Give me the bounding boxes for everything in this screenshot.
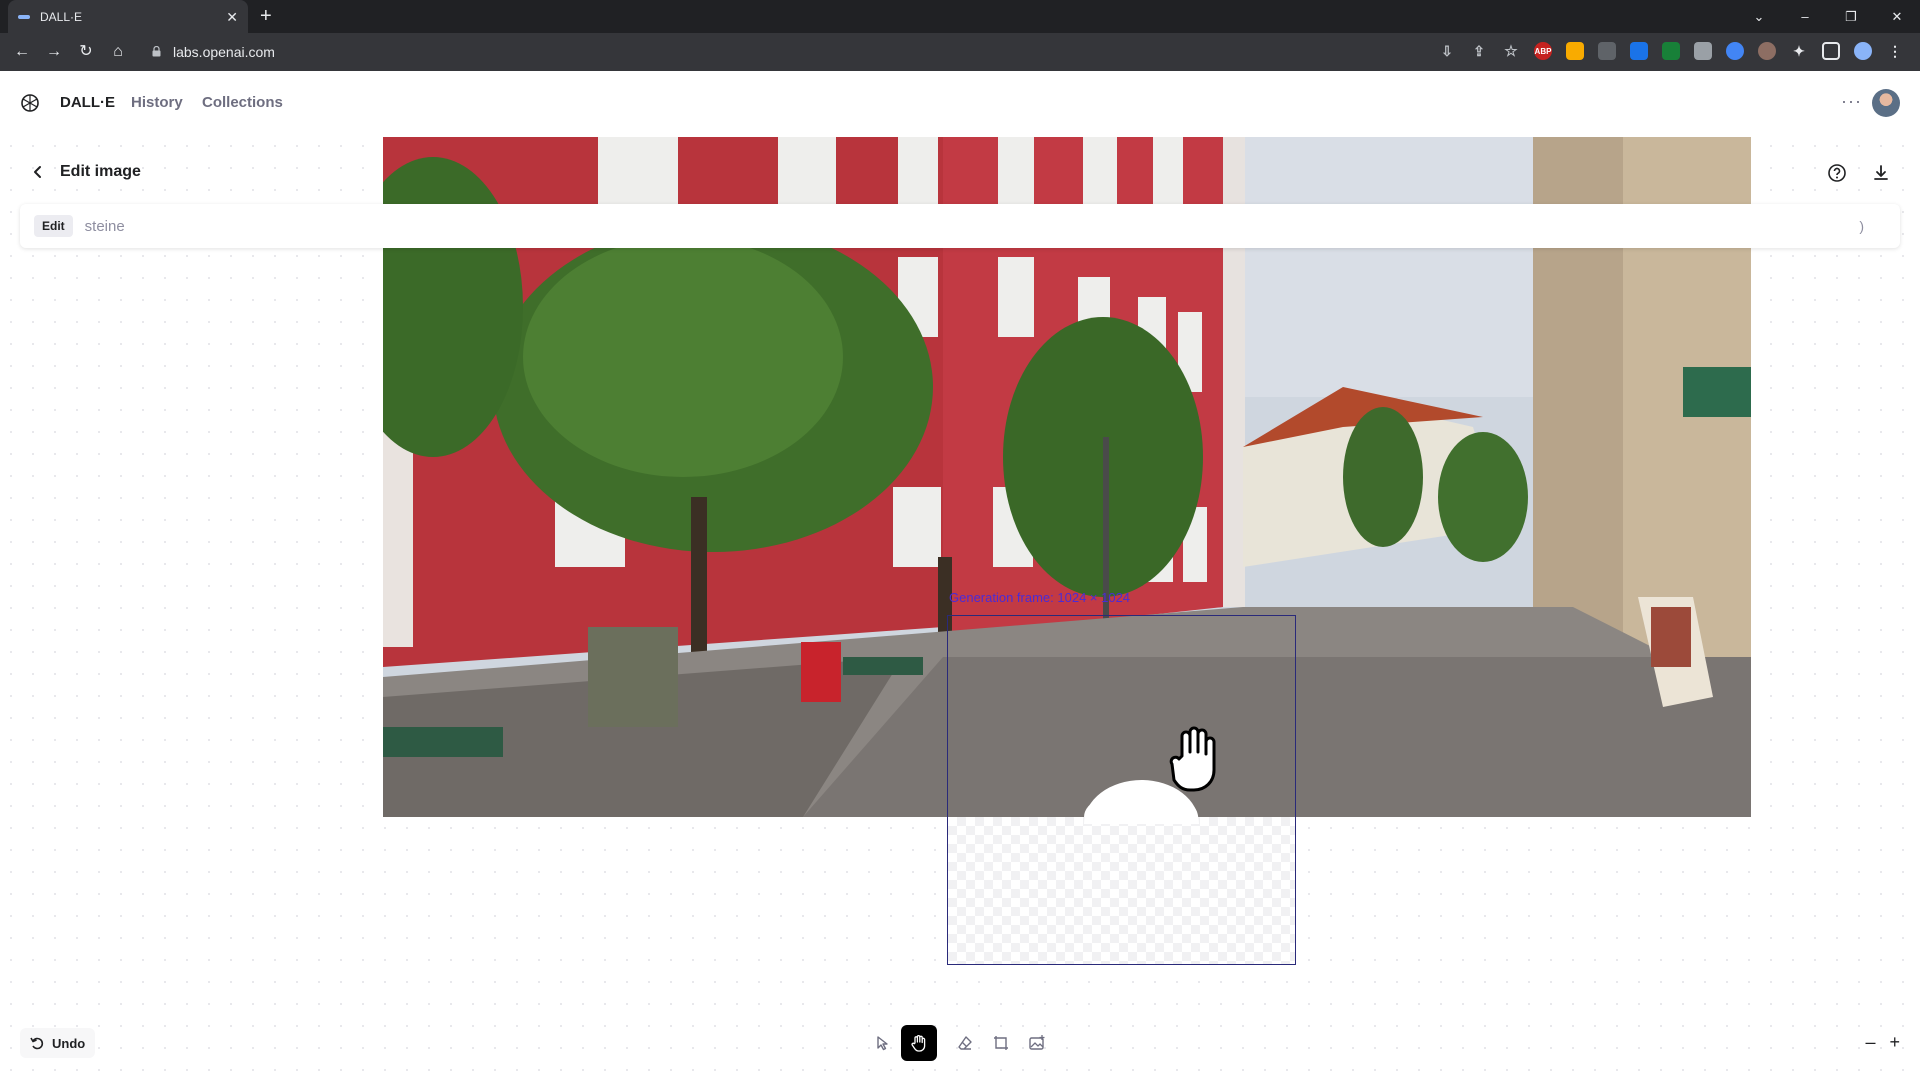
user-avatar[interactable] — [1872, 89, 1900, 117]
favicon-icon — [18, 14, 30, 19]
extensions-puzzle-icon[interactable]: ✦ — [1790, 42, 1808, 60]
undo-button[interactable]: Undo — [20, 1028, 96, 1058]
page-title: Edit image — [60, 163, 141, 180]
back-icon[interactable]: ← — [12, 42, 32, 62]
forward-icon[interactable]: → — [44, 42, 64, 62]
camera-extension-icon[interactable] — [1694, 42, 1712, 60]
profile-avatar[interactable] — [1854, 42, 1872, 60]
back-arrow-icon[interactable] — [30, 164, 46, 180]
extension-blue-icon[interactable] — [1630, 42, 1648, 60]
editor-actions — [1826, 162, 1892, 184]
brand-name[interactable]: DALL·E — [60, 94, 115, 111]
close-tab-icon[interactable]: ✕ — [226, 10, 238, 24]
adblock-icon[interactable]: ABP — [1534, 42, 1552, 60]
tab-title: DALL·E — [40, 9, 83, 24]
upload-image-tool-button[interactable] — [1019, 1025, 1055, 1061]
home-icon[interactable]: ⌂ — [108, 42, 128, 62]
undo-label: Undo — [52, 1035, 86, 1051]
nav-history[interactable]: History — [131, 94, 183, 111]
extension-grey-icon[interactable] — [1598, 42, 1616, 60]
install-icon[interactable]: ⇩ — [1438, 42, 1456, 60]
bookmark-star-icon[interactable]: ☆ — [1502, 42, 1520, 60]
extension-round-icon[interactable] — [1726, 42, 1744, 60]
zoom-in-button[interactable]: + — [1889, 1032, 1900, 1052]
add-frame-tool-button[interactable] — [983, 1025, 1019, 1061]
zoom-controls: – + — [1865, 1032, 1900, 1052]
extension-brown-icon[interactable] — [1758, 42, 1776, 60]
menu-icon[interactable]: ⋮ — [1886, 42, 1904, 60]
sidebar-icon[interactable] — [1822, 42, 1840, 60]
generation-frame-label: Generation frame: 1024 × 1024 — [949, 590, 1131, 605]
help-icon[interactable] — [1826, 162, 1848, 184]
close-window-icon[interactable]: ✕ — [1874, 9, 1920, 25]
reload-icon[interactable]: ↻ — [76, 42, 96, 62]
undo-icon — [30, 1037, 44, 1050]
openai-logo-icon[interactable] — [20, 93, 40, 113]
tab-search-icon[interactable]: ⌄ — [1736, 9, 1782, 25]
zoom-out-button[interactable]: – — [1865, 1032, 1875, 1052]
restore-icon[interactable]: ❐ — [1828, 9, 1874, 25]
extensions-area: ⇩ ⇪ ☆ ABP ✦ ⋮ — [1438, 42, 1904, 60]
more-options-icon[interactable]: ··· — [1841, 91, 1862, 112]
tool-palette — [865, 1025, 1055, 1061]
minimize-icon[interactable]: – — [1782, 9, 1828, 24]
window-controls: ⌄ – ❐ ✕ — [1736, 0, 1920, 33]
nav-collections[interactable]: Collections — [202, 94, 283, 111]
eraser-icon — [958, 1036, 972, 1050]
select-tool-button[interactable] — [865, 1025, 901, 1061]
browser-toolbar: ← → ↻ ⌂ labs.openai.com ⇩ ⇪ ☆ ABP ✦ ⋮ — [0, 33, 1920, 71]
select-icon — [877, 1036, 888, 1051]
edit-mode-chip[interactable]: Edit — [34, 215, 73, 237]
share-icon[interactable]: ⇪ — [1470, 42, 1488, 60]
hand-cursor-icon — [1169, 726, 1216, 792]
hand-icon — [911, 1035, 926, 1052]
lock-icon[interactable] — [152, 46, 161, 57]
app-header: DALL·E History Collections ··· — [0, 71, 1920, 135]
browser-tab[interactable]: DALL·E ✕ — [8, 0, 248, 33]
extension-yellow-icon[interactable] — [1566, 42, 1584, 60]
edit-header: Edit image — [30, 163, 141, 181]
browser-tabstrip: DALL·E ✕ + ⌄ – ❐ ✕ — [0, 0, 1920, 33]
address-bar[interactable]: labs.openai.com — [173, 44, 275, 60]
prompt-bar: Edit ) — [20, 204, 1900, 248]
eraser-tool-button[interactable] — [947, 1025, 983, 1061]
add-frame-icon — [994, 1036, 1008, 1050]
download-icon[interactable] — [1870, 162, 1892, 184]
new-tab-icon[interactable]: + — [260, 4, 272, 28]
download-extension-icon[interactable] — [1662, 42, 1680, 60]
prompt-end-marker: ) — [1859, 218, 1864, 234]
prompt-input[interactable] — [84, 217, 1860, 235]
hand-tool-button[interactable] — [901, 1025, 937, 1061]
upload-image-icon — [1029, 1035, 1045, 1050]
